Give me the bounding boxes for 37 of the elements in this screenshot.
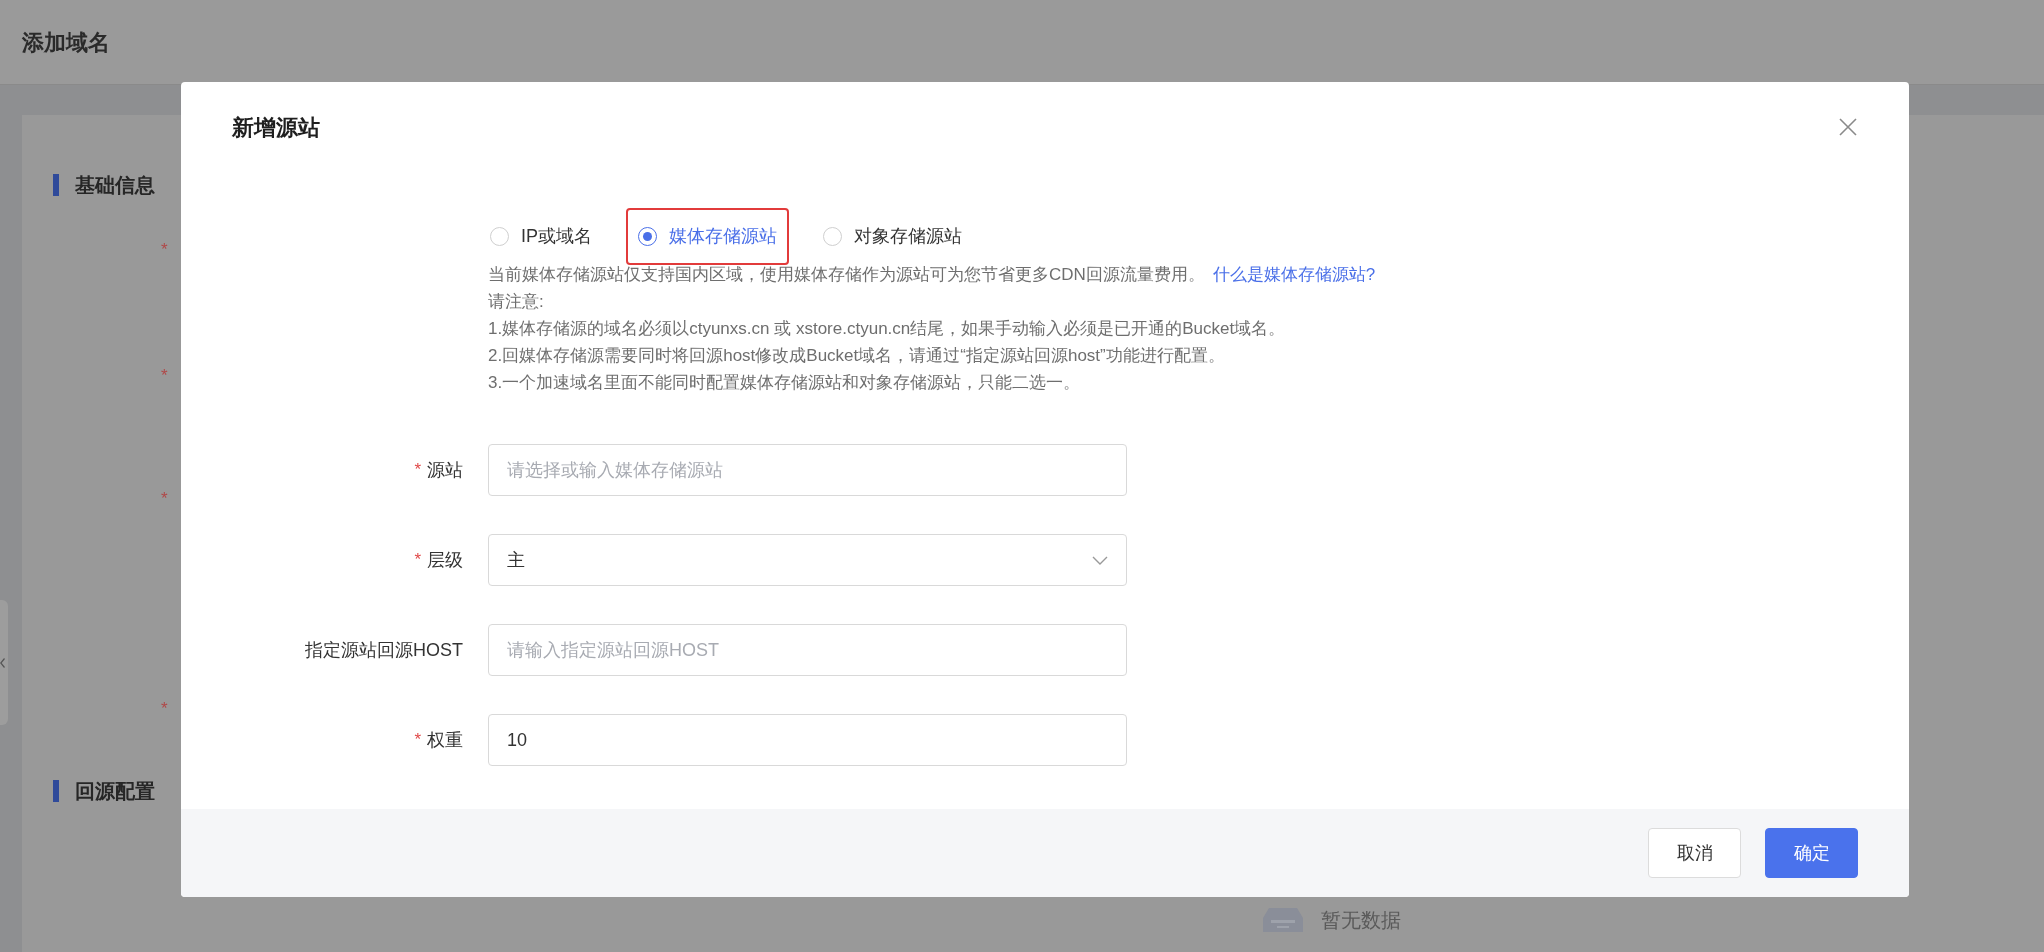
radio-option[interactable]: 对象存储源站	[811, 208, 974, 265]
section-bar	[53, 174, 59, 196]
required-mark: *	[414, 549, 421, 572]
close-icon[interactable]	[1839, 118, 1857, 136]
radio-option[interactable]: 媒体存储源站	[626, 208, 789, 265]
notice-text: 1.媒体存储源的域名必须以ctyunxs.cn 或 xstore.ctyun.cn结尾，如果手动输入必须是已开通的Bucket域名。	[488, 318, 1287, 340]
notice-text: 3.一个加速域名里面不能同时配置媒体存储源站和对象存储源站，只能二选一。	[488, 372, 1082, 394]
radio-option[interactable]: IP或域名	[478, 208, 604, 265]
required-mark: *	[161, 366, 168, 386]
section-bar	[53, 780, 59, 802]
section-title: 回源配置	[75, 779, 155, 804]
notice-text: 请注意:	[488, 291, 545, 313]
required-mark: *	[414, 459, 421, 482]
sidebar-toggle[interactable]	[0, 600, 8, 725]
field-label: 源站	[427, 458, 463, 482]
confirm-button[interactable]: 确定	[1765, 828, 1858, 878]
input-field[interactable]: 10	[488, 714, 1127, 766]
select-field[interactable]: 主	[488, 534, 1127, 586]
chevron-down-icon	[1092, 555, 1108, 565]
empty-state-text: 暂无数据	[1321, 908, 1401, 933]
notice-text: 当前媒体存储源站仅支持国内区域，使用媒体存储作为源站可为您节省更多CDN回源流量费用。	[488, 264, 1205, 286]
chevron-left-icon	[0, 657, 5, 668]
notice-text: 2.回媒体存储源需要同时将回源host修改成Bucket域名，请通过“指定源站回源host”功能进行配置。	[488, 345, 1226, 367]
field-label: 指定源站回源HOST	[305, 638, 463, 662]
help-link[interactable]: 什么是媒体存储源站?	[1212, 261, 1376, 288]
input-field[interactable]: 请选择或输入媒体存储源站	[488, 444, 1127, 496]
input-field[interactable]: 请输入指定源站回源HOST	[488, 624, 1127, 676]
page-title: 添加域名	[22, 28, 110, 57]
dialog-title: 新增源站	[232, 113, 320, 142]
field-label: 层级	[427, 548, 463, 572]
required-mark: *	[161, 489, 168, 509]
required-mark: *	[161, 240, 168, 260]
section-title: 基础信息	[75, 173, 155, 198]
field-label: 权重	[427, 728, 463, 752]
required-mark: *	[414, 729, 421, 752]
required-mark: *	[161, 699, 168, 719]
cancel-button[interactable]: 取消	[1648, 828, 1741, 878]
